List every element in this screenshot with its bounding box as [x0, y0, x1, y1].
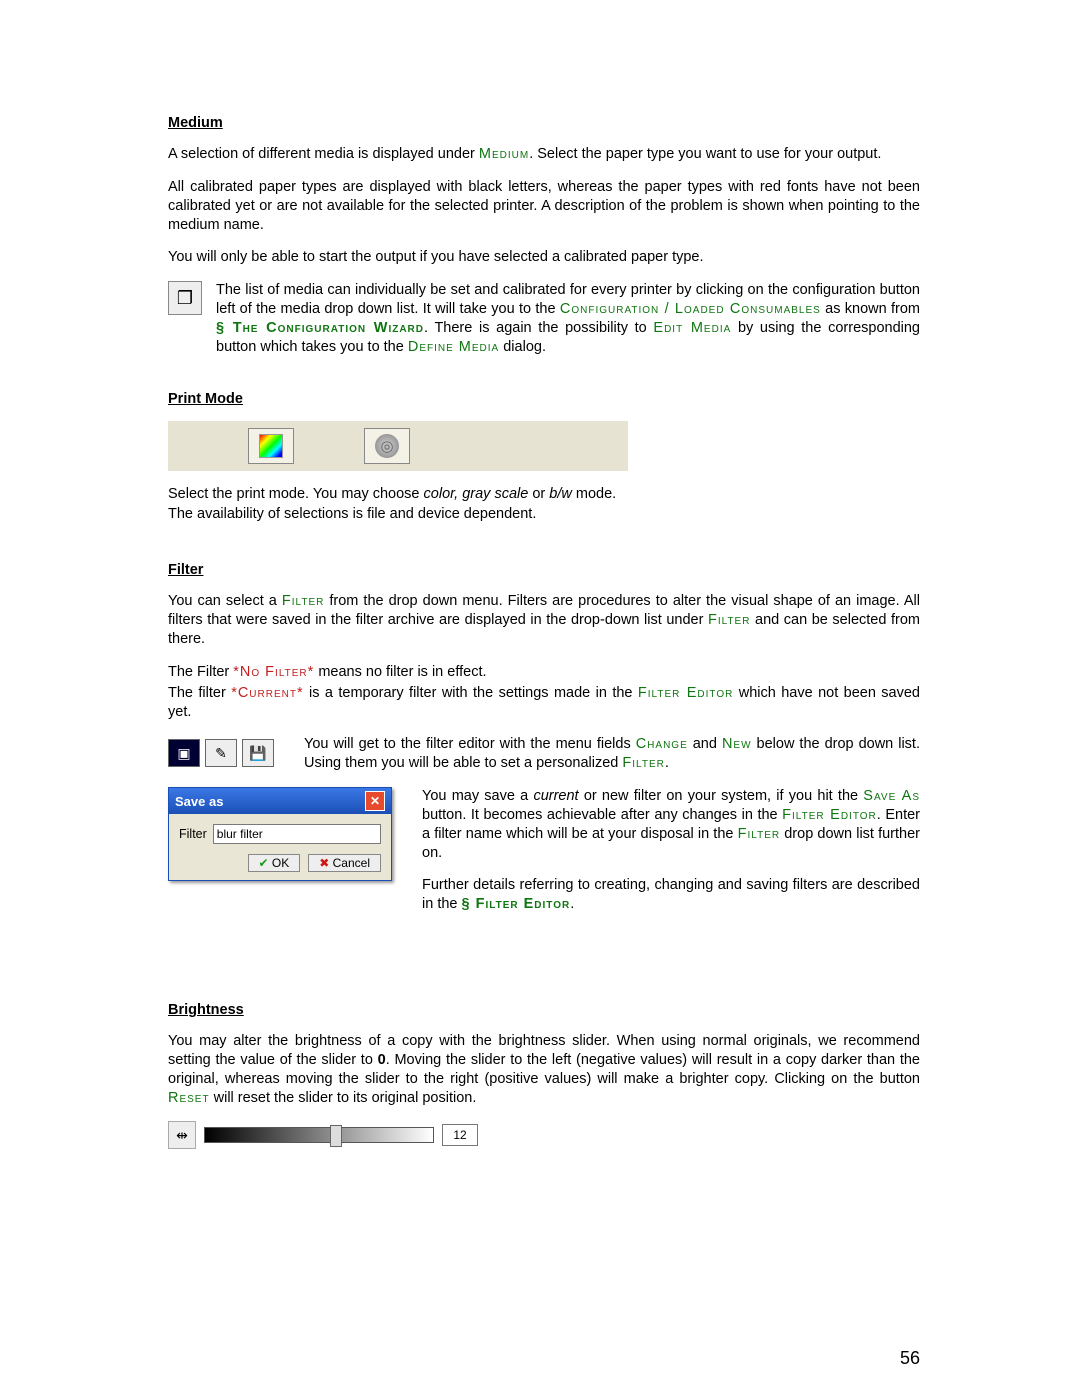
print-mode-color-button[interactable]	[248, 428, 294, 464]
medium-para-1: A selection of different media is displa…	[168, 145, 920, 164]
cancel-button[interactable]: Cancel	[308, 854, 381, 872]
heading-printmode: Print Mode	[168, 391, 920, 407]
filter-new-icon[interactable]: ✎	[205, 739, 237, 767]
print-mode-toolbar: ◎	[168, 421, 628, 471]
filter-save-icon[interactable]: 💾	[242, 739, 274, 767]
printmode-para-1: Select the print mode. You may choose co…	[168, 485, 920, 504]
filter-image-icon[interactable]: ▣	[168, 739, 200, 767]
brightness-slider[interactable]	[204, 1127, 434, 1143]
save-as-label: Filter	[179, 827, 207, 841]
print-mode-gray-button[interactable]: ◎	[364, 428, 410, 464]
medium-para-3: You will only be able to start the outpu…	[168, 248, 920, 267]
medium-para-2: All calibrated paper types are displayed…	[168, 178, 920, 235]
heading-filter: Filter	[168, 562, 920, 578]
filter-icon-row: ▣ ✎ 💾	[168, 739, 274, 767]
config-icon: ❐	[168, 281, 202, 315]
term-medium: Medium	[479, 146, 529, 162]
filter-para-2: The Filter *No Filter* means no filter i…	[168, 663, 920, 682]
filter-para-1: You can select a Filter from the drop do…	[168, 592, 920, 649]
brightness-thumb[interactable]	[330, 1125, 342, 1147]
filter-para-3: The filter *Current* is a temporary filt…	[168, 684, 920, 722]
save-as-dialog: Save as ✕ Filter OK Cancel	[168, 787, 392, 881]
filter-para-5: You may save a current or new filter on …	[422, 787, 920, 862]
color-icon	[259, 434, 283, 458]
heading-brightness: Brightness	[168, 1002, 920, 1018]
save-as-title: Save as	[175, 794, 223, 809]
filter-name-input[interactable]	[213, 824, 381, 844]
page-number: 56	[900, 1348, 920, 1369]
close-icon[interactable]: ✕	[365, 791, 385, 811]
brightness-value: 12	[442, 1124, 478, 1146]
filter-para-4: You will get to the filter editor with t…	[304, 735, 920, 773]
heading-medium: Medium	[168, 115, 920, 131]
brightness-para: You may alter the brightness of a copy w…	[168, 1032, 920, 1107]
brightness-reset-icon[interactable]: ⇹	[168, 1121, 196, 1149]
ok-button[interactable]: OK	[248, 854, 301, 872]
grayscale-icon: ◎	[375, 434, 399, 458]
medium-para-4: The list of media can individually be se…	[216, 281, 920, 356]
printmode-para-2: The availability of selections is file a…	[168, 505, 920, 524]
filter-para-6: Further details referring to creating, c…	[422, 876, 920, 914]
